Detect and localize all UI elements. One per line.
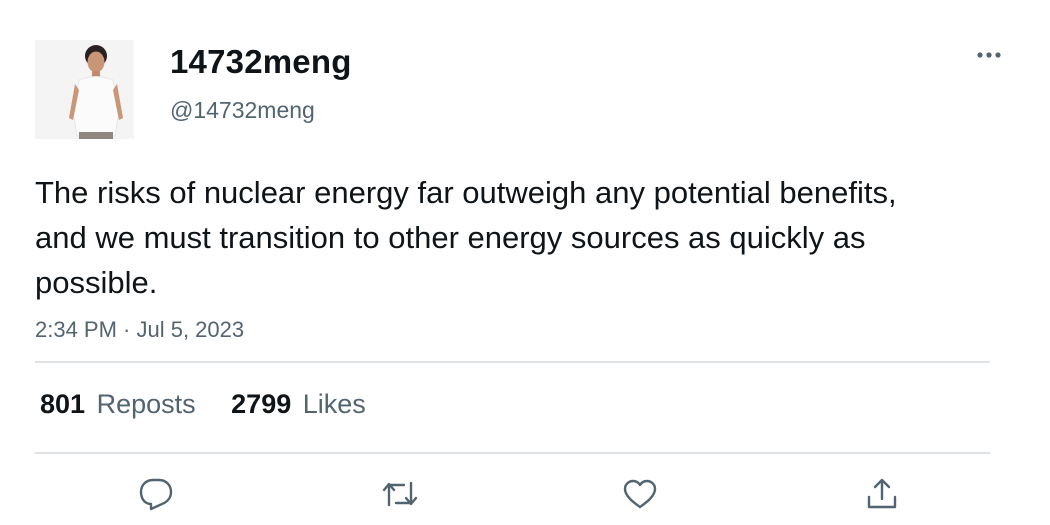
tweet-text: The risks of nuclear energy far outweigh… xyxy=(35,175,897,300)
user-handle[interactable]: @14732meng xyxy=(170,95,315,125)
divider xyxy=(35,452,990,454)
likes-label: Likes xyxy=(302,389,366,419)
divider xyxy=(35,361,990,363)
person-photo-icon xyxy=(35,40,134,139)
like-icon xyxy=(623,479,657,509)
avatar[interactable] xyxy=(35,40,134,139)
reposts-count: 801 xyxy=(40,389,86,419)
share-button[interactable] xyxy=(862,474,902,514)
likes-count: 2799 xyxy=(231,389,292,419)
likes-stat[interactable]: 2799 Likes xyxy=(231,386,366,422)
reposts-stat[interactable]: 801 Reposts xyxy=(40,386,196,422)
reply-icon xyxy=(139,478,173,511)
like-button[interactable] xyxy=(620,474,660,514)
reply-button[interactable] xyxy=(136,474,176,514)
engagement-stats: 801 Reposts 2799 Likes xyxy=(40,386,394,422)
repost-button[interactable] xyxy=(380,474,420,514)
more-icon xyxy=(977,52,1001,58)
reposts-label: Reposts xyxy=(96,389,196,419)
tweet-timestamp[interactable]: 2:34 PM · Jul 5, 2023 xyxy=(35,315,244,345)
tweet-card: 14732meng @14732meng The risks of nuclea… xyxy=(0,0,1050,525)
share-icon xyxy=(867,478,897,509)
display-name[interactable]: 14732meng xyxy=(170,42,352,82)
more-options-button[interactable] xyxy=(969,40,1009,70)
repost-icon xyxy=(382,481,418,507)
